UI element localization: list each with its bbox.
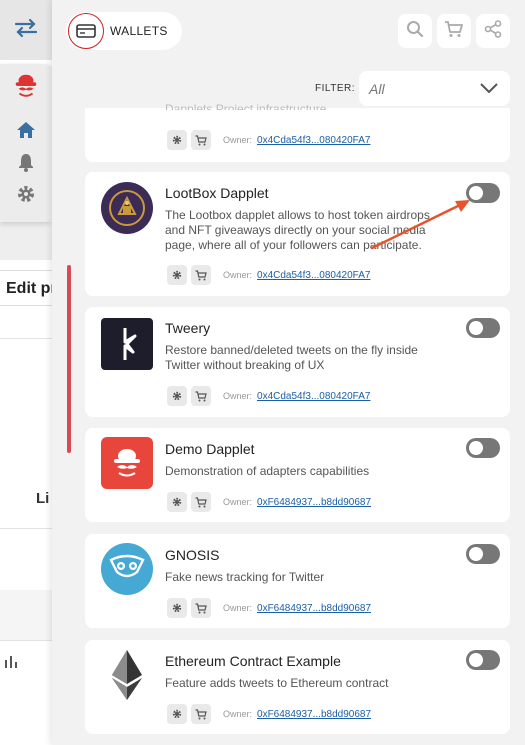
host-divider <box>0 528 60 529</box>
chart-bars-icon[interactable] <box>4 654 18 672</box>
filter-dropdown[interactable]: All <box>359 71 510 106</box>
settings-gear-icon[interactable] <box>12 180 40 208</box>
dapplet-toggle[interactable] <box>466 183 500 203</box>
bell-icon[interactable] <box>12 148 40 176</box>
add-to-cart-button[interactable] <box>191 598 211 618</box>
add-to-cart-button[interactable] <box>191 130 211 150</box>
owner-label: Owner: <box>223 270 253 280</box>
host-stripe <box>0 222 60 260</box>
dapplet-card: LootBox Dapplet The Lootbox dapplet allo… <box>85 172 510 296</box>
dapplet-description: Feature adds tweets to Ethereum contract <box>165 676 389 690</box>
tweery-logo-icon <box>101 318 153 370</box>
cart-icon <box>195 708 207 719</box>
dapplet-card: Ethereum Contract Example Feature adds t… <box>85 640 510 734</box>
gear-icon <box>172 497 182 507</box>
gnosis-logo-icon <box>101 543 153 595</box>
owner-address-link[interactable]: 0x4Cda54f3...080420FA7 <box>257 270 370 281</box>
dapplet-actions: Owner: 0x4Cda54f3...080420FA7 <box>167 130 370 150</box>
wallet-icon <box>68 13 104 49</box>
gear-icon <box>172 603 182 613</box>
host-edit-profile-button[interactable]: Edit pr <box>0 270 60 306</box>
side-panel <box>0 64 54 222</box>
cart-icon <box>195 602 207 613</box>
dapplet-actions: Owner: 0xF6484937...b8dd90687 <box>167 704 371 724</box>
scrollbar-thumb[interactable] <box>67 265 71 453</box>
host-divider <box>0 640 60 641</box>
dapplet-description: Restore banned/deleted tweets on the fly… <box>165 343 418 372</box>
cart-icon <box>195 496 207 507</box>
settings-button[interactable] <box>167 130 187 150</box>
gear-icon <box>172 135 182 145</box>
dapplet-actions: Owner: 0xF6484937...b8dd90687 <box>167 598 371 618</box>
dapplet-description: The Lootbox dapplet allows to host token… <box>165 208 430 252</box>
dapplets-logo-icon[interactable] <box>12 72 40 100</box>
search-button[interactable] <box>398 14 432 48</box>
add-to-cart-button[interactable] <box>191 265 211 285</box>
dapplet-title: Tweery <box>165 320 211 336</box>
dapplet-card: Dapplets Project infrastructure Owner: 0… <box>85 102 510 162</box>
wallets-button[interactable]: WALLETS <box>66 12 182 50</box>
host-text: Li <box>36 490 50 507</box>
dapplet-title: GNOSIS <box>165 547 220 563</box>
add-to-cart-button[interactable] <box>191 386 211 406</box>
dapplet-toggle[interactable] <box>466 438 500 458</box>
add-to-cart-button[interactable] <box>191 492 211 512</box>
dapplet-actions: Owner: 0x4Cda54f3...080420FA7 <box>167 265 370 285</box>
dapplet-toggle[interactable] <box>466 318 500 338</box>
owner-address-link[interactable]: 0xF6484937...b8dd90687 <box>257 497 371 508</box>
cart-button[interactable] <box>437 14 471 48</box>
host-stripe <box>0 590 60 640</box>
dapplet-description: Dapplets Project infrastructure <box>165 102 327 110</box>
swap-arrows-icon <box>13 17 39 44</box>
filter-label: FILTER: <box>315 83 355 94</box>
owner-address-link[interactable]: 0xF6484937...b8dd90687 <box>257 603 371 614</box>
chevron-down-icon <box>480 80 498 98</box>
settings-button[interactable] <box>167 492 187 512</box>
dapplet-description: Demonstration of adapters capabilities <box>165 464 370 478</box>
dapplet-title: Demo Dapplet <box>165 441 255 457</box>
ethereum-logo-icon <box>101 649 153 701</box>
owner-address-link[interactable]: 0xF6484937...b8dd90687 <box>257 709 371 720</box>
dapplet-title: Ethereum Contract Example <box>165 653 341 669</box>
dapplet-toggle[interactable] <box>466 544 500 564</box>
share-icon <box>484 19 502 43</box>
filter-selected-value: All <box>369 80 385 97</box>
cart-icon <box>195 390 207 401</box>
share-button[interactable] <box>476 14 510 48</box>
owner-address-link[interactable]: 0x4Cda54f3...080420FA7 <box>257 135 370 146</box>
dapplet-title: LootBox Dapplet <box>165 185 269 201</box>
lootbox-logo-icon <box>101 182 153 234</box>
owner-label: Owner: <box>223 135 253 145</box>
owner-label: Owner: <box>223 603 253 613</box>
gear-icon <box>172 709 182 719</box>
settings-button[interactable] <box>167 386 187 406</box>
settings-button[interactable] <box>167 598 187 618</box>
owner-label: Owner: <box>223 709 253 719</box>
gear-icon <box>172 391 182 401</box>
cart-icon <box>195 134 207 145</box>
gear-icon <box>172 270 182 280</box>
dapplet-card: Tweery Restore banned/deleted tweets on … <box>85 307 510 417</box>
settings-button[interactable] <box>167 704 187 724</box>
cart-icon <box>195 269 207 280</box>
wallets-label: WALLETS <box>110 24 168 38</box>
host-divider <box>0 338 60 339</box>
demo-dapplet-logo-icon <box>101 437 153 489</box>
owner-address-link[interactable]: 0x4Cda54f3...080420FA7 <box>257 391 370 402</box>
swap-toggle-button[interactable] <box>0 0 52 60</box>
add-to-cart-button[interactable] <box>191 704 211 724</box>
owner-label: Owner: <box>223 497 253 507</box>
owner-label: Owner: <box>223 391 253 401</box>
cart-icon <box>444 20 464 43</box>
dapplet-description: Fake news tracking for Twitter <box>165 570 325 584</box>
dapplet-actions: Owner: 0xF6484937...b8dd90687 <box>167 492 371 512</box>
home-icon[interactable] <box>12 116 40 144</box>
dapplet-card: Demo Dapplet Demonstration of adapters c… <box>85 428 510 522</box>
settings-button[interactable] <box>167 265 187 285</box>
search-icon <box>406 20 424 43</box>
dapplet-actions: Owner: 0x4Cda54f3...080420FA7 <box>167 386 370 406</box>
dapplet-card: GNOSIS Fake news tracking for Twitter Ow… <box>85 534 510 628</box>
dapplet-toggle[interactable] <box>466 650 500 670</box>
